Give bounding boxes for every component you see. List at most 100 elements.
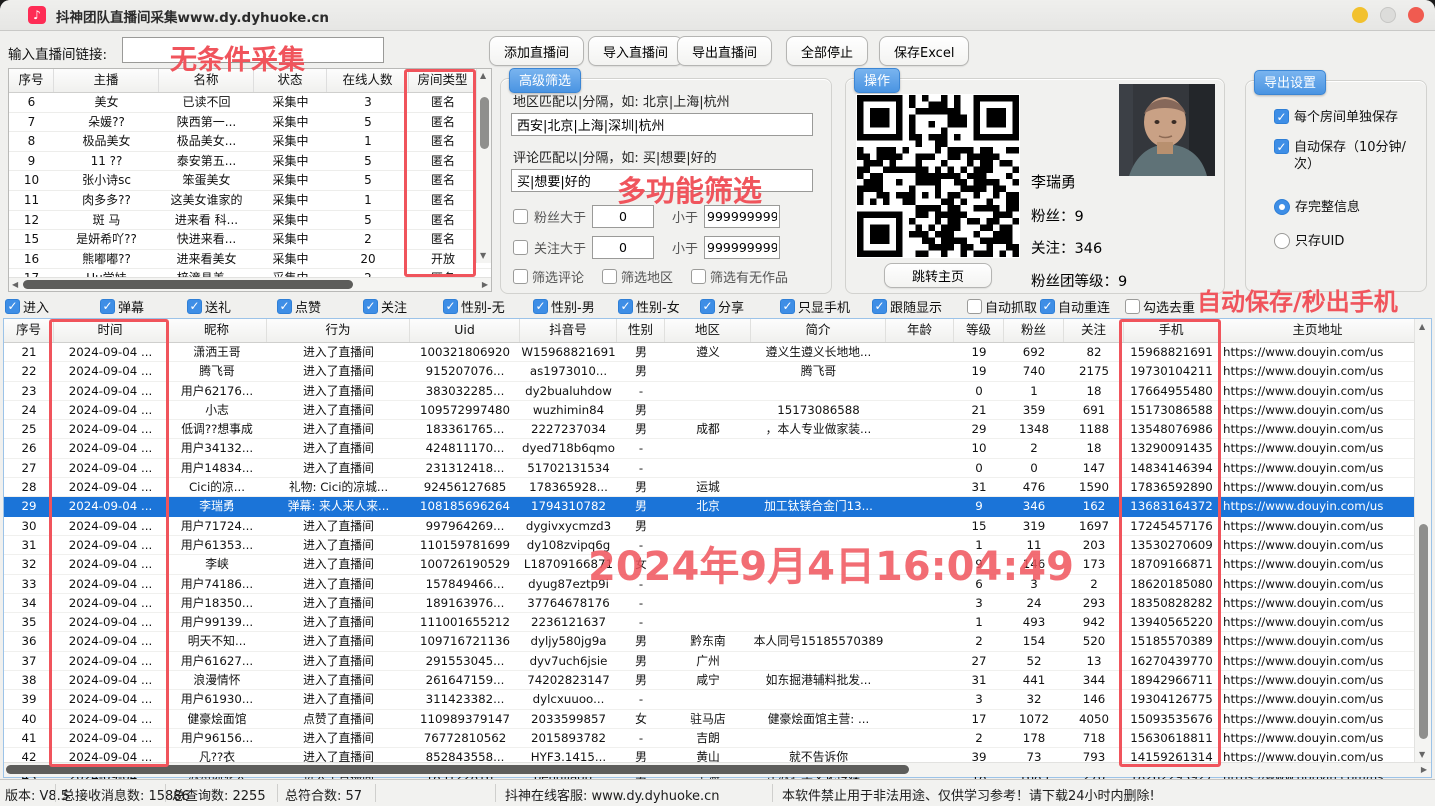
filter-option[interactable]: 筛选地区 [602, 267, 673, 286]
main-column-header[interactable]: 等级 [954, 319, 1004, 342]
room-column-header[interactable]: 主播 [54, 69, 159, 92]
scroll-up-icon[interactable]: ▲ [1419, 323, 1425, 331]
main-table-row[interactable]: 302024-09-04 ...用户71724...进入了直播间99796426… [4, 517, 1431, 536]
main-table-row[interactable]: 402024-09-04 ...健豪烩面馆点赞了直播间1109893791472… [4, 710, 1431, 729]
main-table-row[interactable]: 282024-09-04 ...Cici的凉...礼物: Cici的凉城...9… [4, 478, 1431, 497]
main-scroll-thumb[interactable] [1419, 524, 1428, 739]
filter-toggle[interactable]: 进入 [5, 297, 49, 316]
filter-toggle[interactable]: 弹幕 [100, 297, 144, 316]
follow-min-input[interactable] [592, 236, 654, 259]
main-table-row[interactable]: 232024-09-04 ...用户62176...进入了直播间38303228… [4, 382, 1431, 401]
room-horizontal-scrollbar[interactable]: ◀ ▶ [9, 277, 491, 291]
filter-toggle[interactable]: 自动重连 [1040, 297, 1110, 316]
filter-toggle[interactable]: 只显手机 [780, 297, 850, 316]
maximize-button[interactable] [1380, 7, 1396, 23]
room-table-row[interactable]: 11肉多多??这美女谁家的采集中1匿名 [9, 191, 491, 211]
main-table-row[interactable]: 392024-09-04 ...用户61930...进入了直播间31142338… [4, 690, 1431, 709]
filter-toggle[interactable]: 关注 [363, 297, 407, 316]
room-table-row[interactable]: 10张小诗sc笨蛋美女采集中5匿名 [9, 171, 491, 191]
main-table-row[interactable]: 292024-09-04 ...李瑞勇弹幕: 来人来人来...108185696… [4, 497, 1431, 516]
scroll-down-icon[interactable]: ▼ [1419, 751, 1425, 759]
comment-match-input[interactable] [511, 169, 813, 192]
main-column-header[interactable]: 粉丝 [1004, 319, 1064, 342]
scroll-right-icon[interactable]: ▶ [1421, 766, 1427, 774]
fans-min-input[interactable] [592, 205, 654, 228]
main-vertical-scrollbar[interactable]: ▲ ▼ [1414, 319, 1431, 763]
main-column-header[interactable]: 简介 [751, 319, 886, 342]
filter-toggle[interactable]: 勾选去重 [1125, 297, 1195, 316]
room-column-header[interactable]: 序号 [9, 69, 54, 92]
room-column-header[interactable]: 名称 [159, 69, 254, 92]
main-hscroll-thumb[interactable] [6, 765, 909, 774]
main-column-header[interactable]: 抖音号 [520, 319, 617, 342]
main-column-header[interactable]: 主页地址 [1219, 319, 1417, 342]
main-column-header[interactable]: 手机 [1124, 319, 1219, 342]
main-column-header[interactable]: 关注 [1064, 319, 1124, 342]
filter-toggle[interactable]: 分享 [700, 297, 744, 316]
close-button[interactable] [1408, 7, 1424, 23]
main-column-header[interactable]: 性别 [617, 319, 665, 342]
export-radio[interactable]: 只存UID [1274, 233, 1414, 250]
filter-toggle[interactable]: 自动抓取 [967, 297, 1037, 316]
main-table-row[interactable]: 372024-09-04 ...用户61627...进入了直播间29155304… [4, 652, 1431, 671]
filter-toggle[interactable]: 性别-男 [533, 297, 595, 316]
room-table-row[interactable]: 12斑 马进来看 科...采集中5匿名 [9, 211, 491, 231]
scroll-left-icon[interactable]: ◀ [12, 281, 18, 289]
main-column-header[interactable]: 地区 [665, 319, 751, 342]
import-rooms-button[interactable]: 导入直播间 [588, 36, 683, 66]
scroll-down-icon[interactable]: ▼ [480, 252, 486, 260]
main-table-row[interactable]: 382024-09-04 ...浪漫情怀进入了直播间261647159...74… [4, 671, 1431, 690]
main-column-header[interactable]: 昵称 [167, 319, 267, 342]
fans-max-input[interactable] [704, 205, 780, 228]
main-table-row[interactable]: 352024-09-04 ...用户99139...进入了直播间11100165… [4, 613, 1431, 632]
room-column-header[interactable]: 房间类型 [409, 69, 477, 92]
jump-home-button[interactable]: 跳转主页 [884, 263, 992, 288]
main-table-row[interactable]: 322024-09-04 ...李峡进入了直播间100726190529L187… [4, 555, 1431, 574]
main-table-row[interactable]: 252024-09-04 ...低调??想事成进入了直播间183361765..… [4, 420, 1431, 439]
scroll-up-icon[interactable]: ▲ [480, 72, 486, 80]
room-hscroll-thumb[interactable] [23, 280, 353, 289]
follow-max-input[interactable] [704, 236, 780, 259]
room-column-header[interactable]: 状态 [254, 69, 327, 92]
filter-toggle[interactable]: 点赞 [277, 297, 321, 316]
filter-toggle[interactable]: 性别-无 [443, 297, 505, 316]
room-vertical-scrollbar[interactable]: ▲ ▼ [476, 69, 491, 263]
main-table-row[interactable]: 272024-09-04 ...用户14834...进入了直播间23131241… [4, 459, 1431, 478]
filter-option[interactable]: 筛选有无作品 [691, 267, 788, 286]
filter-option[interactable]: 筛选评论 [513, 267, 584, 286]
export-rooms-button[interactable]: 导出直播间 [677, 36, 772, 66]
main-table-row[interactable]: 342024-09-04 ...用户18350...进入了直播间18916397… [4, 594, 1431, 613]
room-scroll-thumb[interactable] [480, 97, 489, 149]
main-column-header[interactable]: 时间 [54, 319, 167, 342]
main-table-row[interactable]: 412024-09-04 ...用户96156...进入了直播间76772810… [4, 729, 1431, 748]
room-link-input[interactable] [122, 37, 384, 63]
room-table-row[interactable]: 7朵媛??陕西第一...采集中5匿名 [9, 113, 491, 133]
room-table-row[interactable]: 8极品美女极品美女...采集中1匿名 [9, 132, 491, 152]
room-table-row[interactable]: 6美女已读不回采集中3匿名 [9, 93, 491, 113]
room-column-header[interactable]: 在线人数 [327, 69, 409, 92]
filter-toggle[interactable]: 跟随显示 [872, 297, 942, 316]
main-table-row[interactable]: 212024-09-04 ...潇洒王哥进入了直播间100321806920W1… [4, 343, 1431, 362]
scroll-right-icon[interactable]: ▶ [482, 281, 488, 289]
main-column-header[interactable]: 序号 [4, 319, 54, 342]
filter-toggle[interactable]: 性别-女 [618, 297, 680, 316]
minimize-button[interactable] [1352, 7, 1368, 23]
fans-greater-checkbox[interactable] [513, 209, 528, 224]
main-column-header[interactable]: 行为 [267, 319, 410, 342]
room-table-row[interactable]: 16熊嘟嘟??进来看美女采集中20开放 [9, 250, 491, 270]
follow-greater-checkbox[interactable] [513, 240, 528, 255]
export-checkbox[interactable]: 自动保存（10分钟/次） [1274, 139, 1414, 173]
filter-toggle[interactable]: 送礼 [187, 297, 231, 316]
main-horizontal-scrollbar[interactable]: ▶ [4, 762, 1431, 777]
main-table-row[interactable]: 222024-09-04 ...腾飞哥进入了直播间915207076...as1… [4, 362, 1431, 381]
main-column-header[interactable]: Uid [410, 319, 520, 342]
stop-all-button[interactable]: 全部停止 [786, 36, 868, 66]
main-table-row[interactable]: 242024-09-04 ...小志进入了直播间109572997480wuzh… [4, 401, 1431, 420]
add-room-button[interactable]: 添加直播间 [489, 36, 584, 66]
room-table-row[interactable]: 911 ??泰安第五...采集中5匿名 [9, 152, 491, 172]
main-table-row[interactable]: 332024-09-04 ...用户74186...进入了直播间15784946… [4, 575, 1431, 594]
main-table-row[interactable]: 312024-09-04 ...用户61353...进入了直播间11015978… [4, 536, 1431, 555]
room-table-row[interactable]: 15是妍希吖??快进来看...采集中2匿名 [9, 230, 491, 250]
export-checkbox[interactable]: 每个房间单独保存 [1274, 109, 1414, 126]
region-match-input[interactable] [511, 113, 813, 136]
